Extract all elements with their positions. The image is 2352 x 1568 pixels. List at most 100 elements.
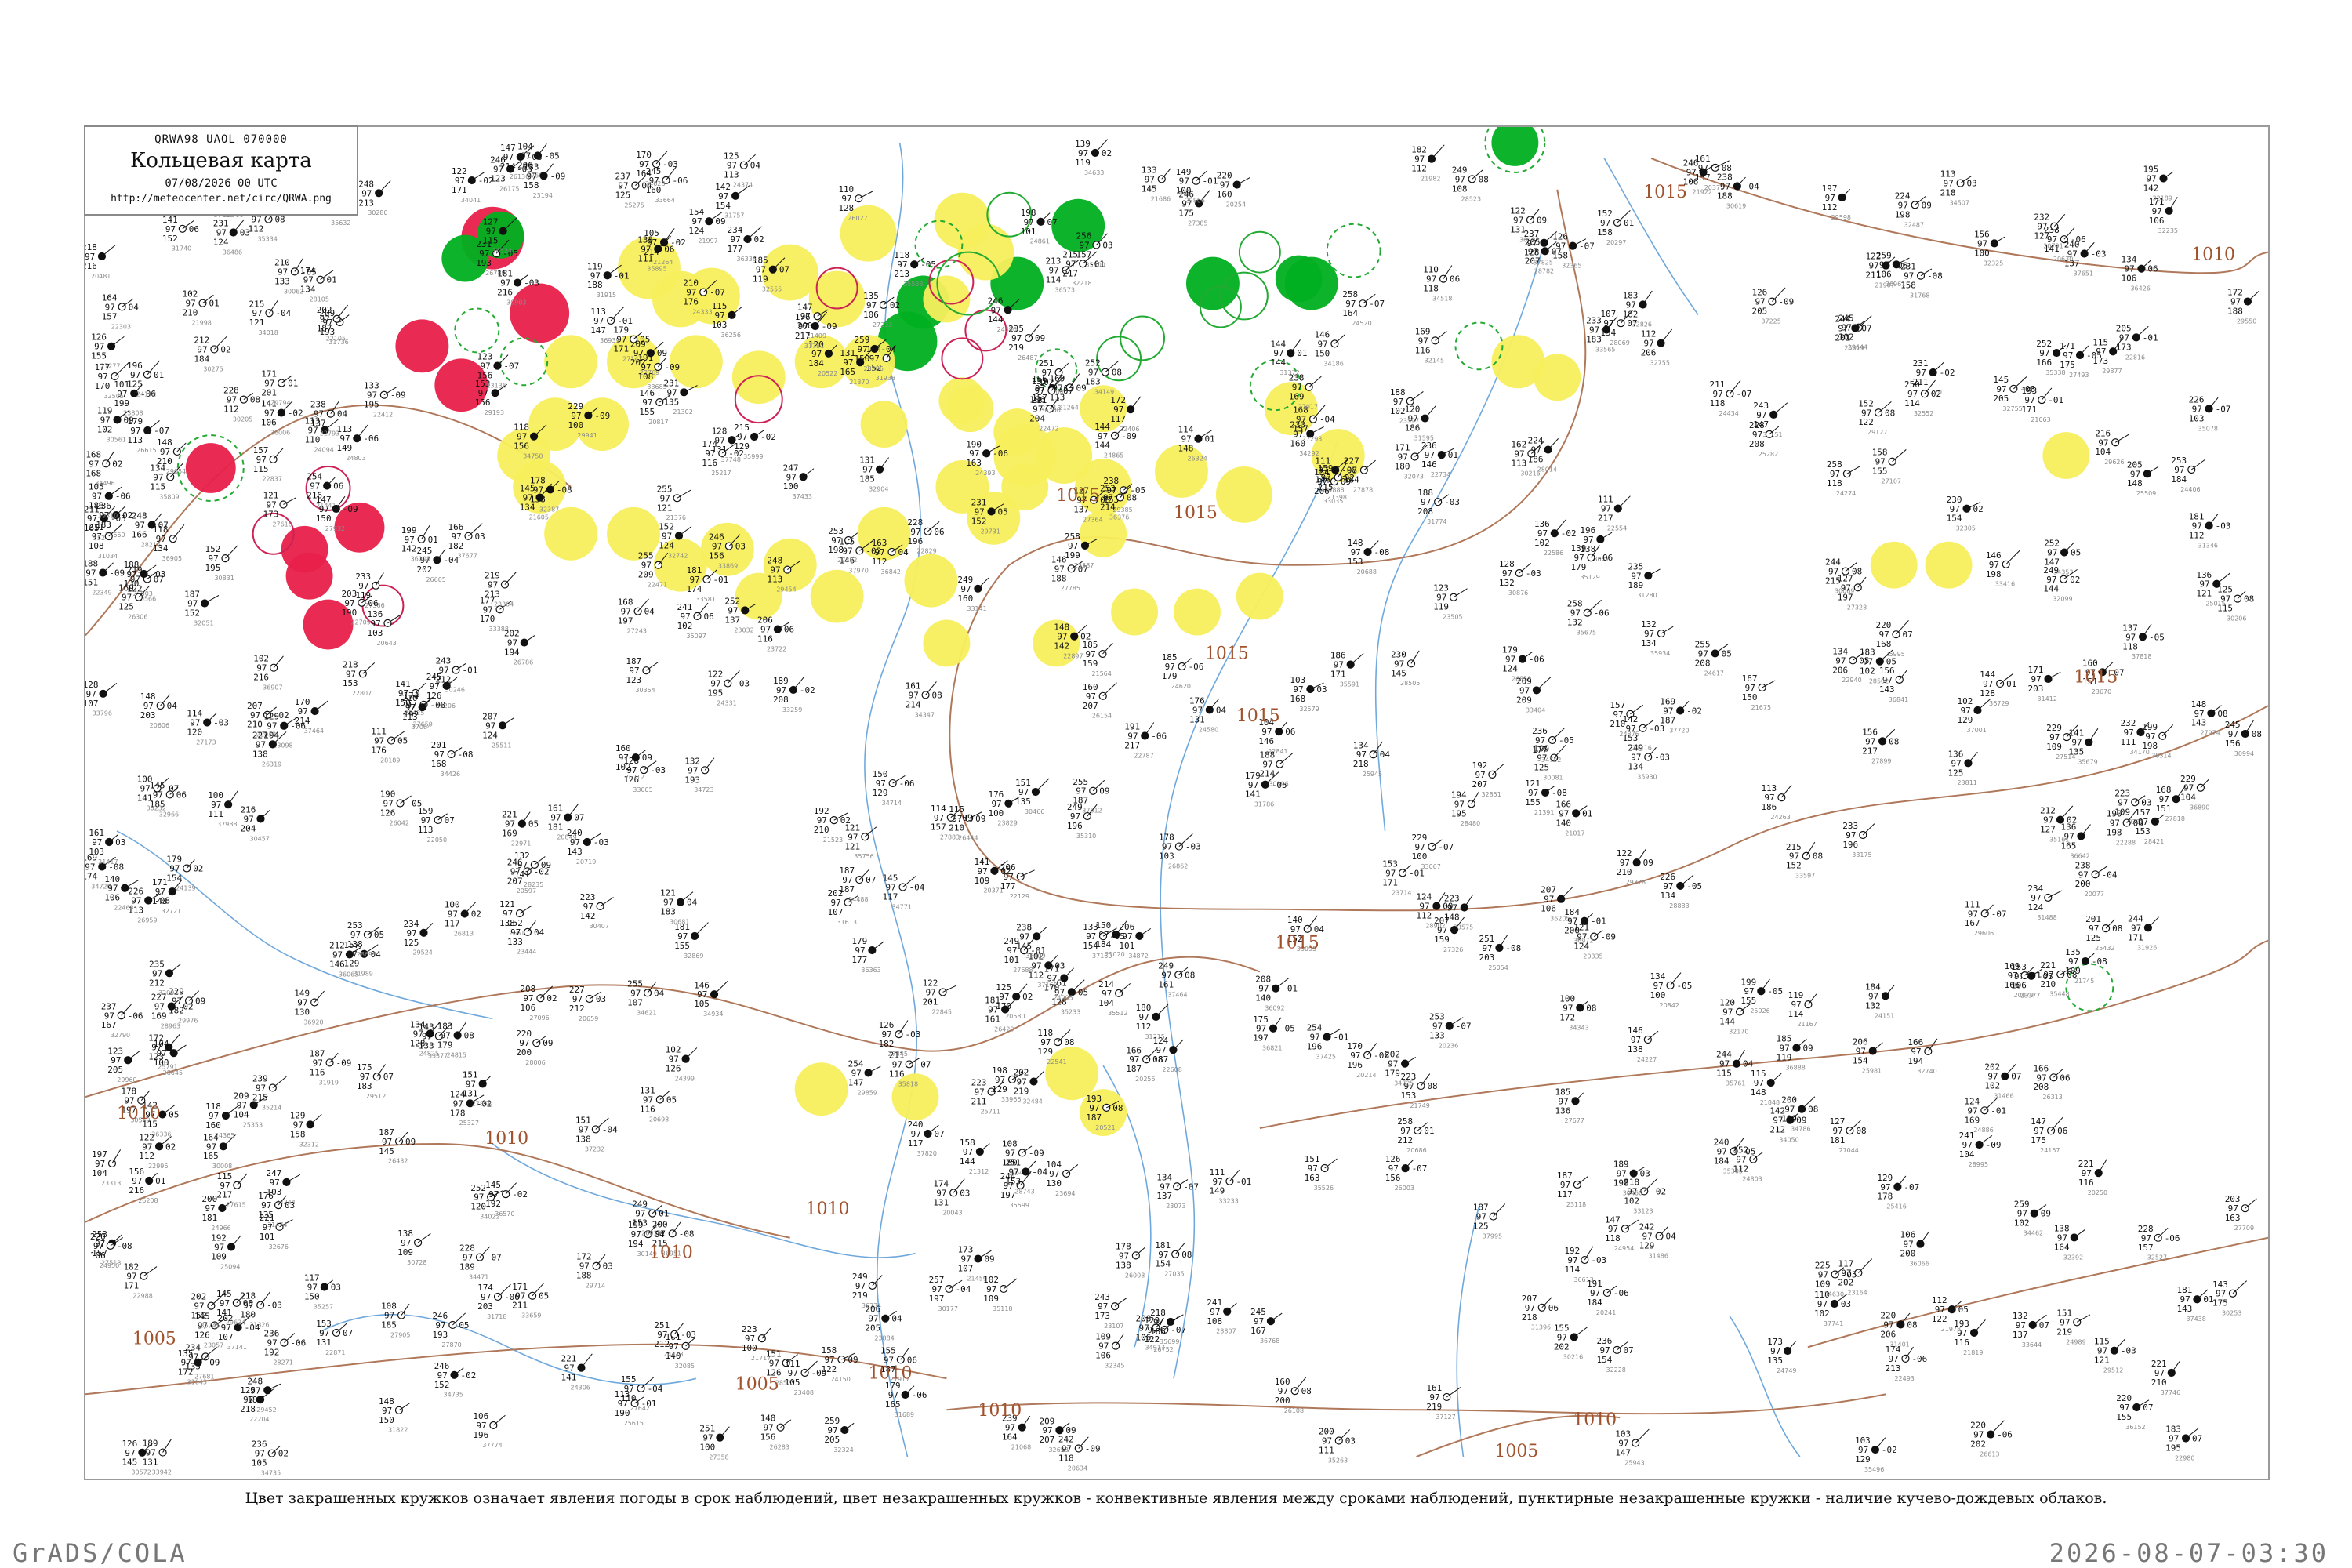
station-dewpoint: 125	[404, 938, 419, 948]
station-plot: 228971960622829	[907, 517, 944, 555]
station-dewpoint: 107	[85, 699, 98, 709]
station-id: 31786	[1254, 801, 1274, 808]
station-plot: 139971190234633	[1075, 139, 1112, 176]
station-dewpoint: 196	[907, 536, 923, 546]
station-id: 22472	[1039, 425, 1058, 432]
wind-barb	[1536, 677, 1552, 691]
station-dewpoint: 122	[1858, 417, 1874, 427]
station-plot: 2029717934725	[1385, 1050, 1417, 1087]
station-tendency: 05	[1859, 655, 1869, 666]
station-tendency: -09	[1029, 1148, 1044, 1158]
station-plot: 141971520631740	[162, 215, 199, 252]
station-id: 21745	[2074, 978, 2094, 985]
station-tendency: 08	[932, 690, 942, 700]
station-tendency: 04	[644, 607, 655, 617]
station-dewpoint: 119	[1777, 1052, 1792, 1062]
station-id: 22787	[1134, 752, 1153, 759]
station-id: 24227	[1637, 1056, 1657, 1063]
station-dewpoint: 112	[1733, 1164, 1748, 1174]
station-id: 23811	[1957, 779, 1976, 786]
station-dewpoint: 109	[1815, 1279, 1831, 1289]
station-dewpoint: 197	[1000, 1190, 1016, 1200]
station-plot: 11597121-0329512	[2094, 1337, 2136, 1374]
station-id: 29626	[2104, 459, 2124, 466]
station-dewpoint: 192	[263, 1348, 279, 1358]
station-dewpoint: 129	[873, 788, 888, 798]
station-dewpoint: 117	[908, 1138, 924, 1149]
station-dewpoint: 203	[140, 710, 156, 720]
station-id: 27107	[1882, 478, 1901, 485]
station-plot: 24097143-0320719	[567, 828, 609, 866]
station-dewpoint: 197	[1838, 592, 1853, 602]
station-tendency: 05	[169, 1110, 179, 1120]
station-tendency: 02	[546, 993, 557, 1004]
station-id: 37995	[1483, 1233, 1502, 1240]
station-plot: 20197168-0834426	[431, 740, 474, 778]
station-id: 23073	[1166, 1203, 1185, 1210]
station-plot: 1129720632755	[1641, 329, 1673, 367]
station-id: 35263	[1328, 1457, 1348, 1464]
station-dewpoint: 142	[1054, 641, 1069, 652]
station-tendency: -03	[1526, 568, 1541, 579]
station-id: 31915	[597, 292, 616, 299]
station-plot: 164971570422303	[102, 292, 140, 330]
station-dewpoint: 151	[85, 577, 98, 587]
wind-barb	[1036, 927, 1047, 937]
station-dewpoint: 121	[249, 318, 265, 328]
station-dewpoint: 113	[402, 712, 418, 722]
station-dewpoint: 105	[252, 1458, 267, 1468]
wind-barb	[2074, 1229, 2085, 1238]
station-id: 30681	[670, 919, 689, 926]
station-plot: 1329719334723	[684, 756, 715, 793]
station-dewpoint: 178	[450, 1108, 466, 1118]
station-circle	[140, 1272, 148, 1280]
station-id: 24393	[975, 470, 995, 477]
station-plot: 22697134-0528883	[1660, 872, 1702, 909]
isobar-value-label: 1015	[1174, 503, 1218, 523]
station-plot: 24197104-0928995	[1959, 1131, 2002, 1168]
station-dewpoint: 216	[497, 288, 513, 298]
station-plot: 15097129-0634714	[873, 769, 915, 807]
station-tendency: -06	[2165, 1233, 2180, 1243]
station-tendency: 02	[2067, 815, 2077, 826]
station-tendency: -03	[1185, 842, 1201, 852]
station-plot: 221971690522971	[502, 810, 539, 848]
station-tendency: 04	[1380, 750, 1391, 760]
station-id: 24157	[2040, 1147, 2060, 1154]
station-dewpoint: 206	[1832, 665, 1848, 675]
station-id: 29512	[366, 1093, 386, 1100]
station-dewpoint: 115	[1716, 1069, 1732, 1079]
station-id: 34725	[1394, 1080, 1414, 1087]
station-dewpoint: 175	[1178, 208, 1194, 218]
station-tendency: 09	[1796, 1116, 1806, 1126]
weather-map[interactable]: 16997174-083472010197199-062380820497110…	[84, 125, 2270, 1480]
wind-barb	[1410, 391, 1424, 402]
wind-barb	[482, 1076, 492, 1084]
station-tendency: 08	[464, 1031, 474, 1041]
station-id: 20297	[1606, 239, 1626, 246]
station-dewpoint: 135	[1767, 1356, 1783, 1366]
station-id: 23587	[1074, 562, 1094, 569]
station-id: 32325	[1984, 260, 2003, 267]
station-tendency: -03	[662, 159, 678, 169]
station-dewpoint: 103	[2189, 413, 2205, 423]
station-id: 29877	[2102, 368, 2122, 375]
station-id: 21605	[529, 514, 549, 521]
station-id: 36006	[270, 429, 290, 436]
station-dewpoint: 101	[260, 1232, 275, 1242]
isobar-value-label: 1005	[1494, 1442, 1538, 1461]
station-dewpoint: 205	[865, 1323, 880, 1334]
map-url[interactable]: http://meteocenter.net/circ/QRWA.png	[85, 193, 357, 205]
wind-barb	[1102, 642, 1113, 655]
isobar-value-label: 1015	[1056, 486, 1100, 506]
station-dewpoint: 154	[1155, 1259, 1171, 1269]
station-dewpoint: 188	[1051, 573, 1067, 583]
station-id: 29941	[577, 432, 597, 439]
river-line	[1456, 1206, 1480, 1457]
station-tendency: 09	[1076, 383, 1086, 393]
station-plot: 249971080828523	[1452, 165, 1489, 202]
station-tendency: 06	[1548, 1303, 1559, 1313]
station-id: 27878	[1353, 487, 1373, 494]
station-id: 34872	[1128, 953, 1148, 960]
station-plot: 1879712537995	[1473, 1203, 1506, 1240]
